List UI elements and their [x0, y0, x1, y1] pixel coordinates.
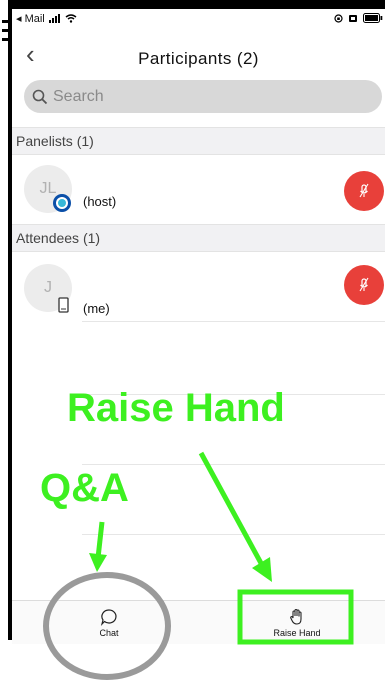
row-divider [82, 321, 385, 322]
participant-row-me[interactable]: J (me) [12, 255, 385, 316]
status-left: ◂ Mail [16, 12, 77, 25]
search-placeholder: Search [53, 87, 104, 105]
battery-icon [363, 13, 383, 23]
frame-dash-marks [2, 20, 8, 41]
nav-bar: ‹ Participants (2) [12, 31, 385, 81]
muted-mic-icon [359, 277, 369, 292]
qa-annotation: Q&A [40, 466, 129, 510]
row-divider [82, 464, 385, 465]
signal-icon [48, 14, 60, 23]
tab-label: Raise Hand [273, 628, 321, 638]
carrier-label[interactable]: ◂ Mail [16, 12, 45, 25]
raise-hand-icon [290, 608, 302, 625]
participants-screen: ◂ Mail ‹ Participants (2) Search Panelis… [12, 9, 385, 644]
tab-label: Chat [99, 628, 119, 638]
search-input[interactable]: Search [24, 80, 382, 113]
raise-hand-annotation: Raise Hand [67, 386, 285, 430]
muted-mic-button[interactable] [344, 171, 384, 211]
participant-name: (me) [83, 301, 110, 316]
tab-chat[interactable]: Chat [84, 601, 134, 644]
avatar-initials: J [44, 279, 52, 296]
wifi-icon [65, 14, 77, 23]
bottom-tab-bar: Chat Raise Hand [12, 600, 385, 644]
tab-raise-hand[interactable]: Raise Hand [257, 601, 337, 644]
orientation-lock-icon [334, 13, 343, 23]
status-right [334, 13, 383, 23]
panelists-label: Panelists (1) [16, 133, 94, 149]
host-badge-icon [53, 194, 71, 212]
section-header-panelists: Panelists (1) [12, 127, 385, 155]
participant-name: (host) [83, 194, 117, 209]
screenshot-frame-top [8, 0, 385, 9]
chat-bubble-icon [100, 609, 117, 626]
section-header-attendees: Attendees (1) [12, 224, 385, 252]
alarm-icon [349, 14, 357, 22]
page-title: Participants (2) [138, 49, 259, 68]
status-bar: ◂ Mail [12, 9, 385, 31]
row-divider [82, 534, 385, 535]
participant-row-host[interactable]: JL (host) [12, 157, 385, 217]
attendees-label: Attendees (1) [16, 230, 101, 246]
muted-mic-button[interactable] [344, 265, 384, 305]
muted-mic-icon [359, 183, 369, 198]
phone-icon [58, 297, 69, 313]
search-icon [32, 89, 48, 104]
